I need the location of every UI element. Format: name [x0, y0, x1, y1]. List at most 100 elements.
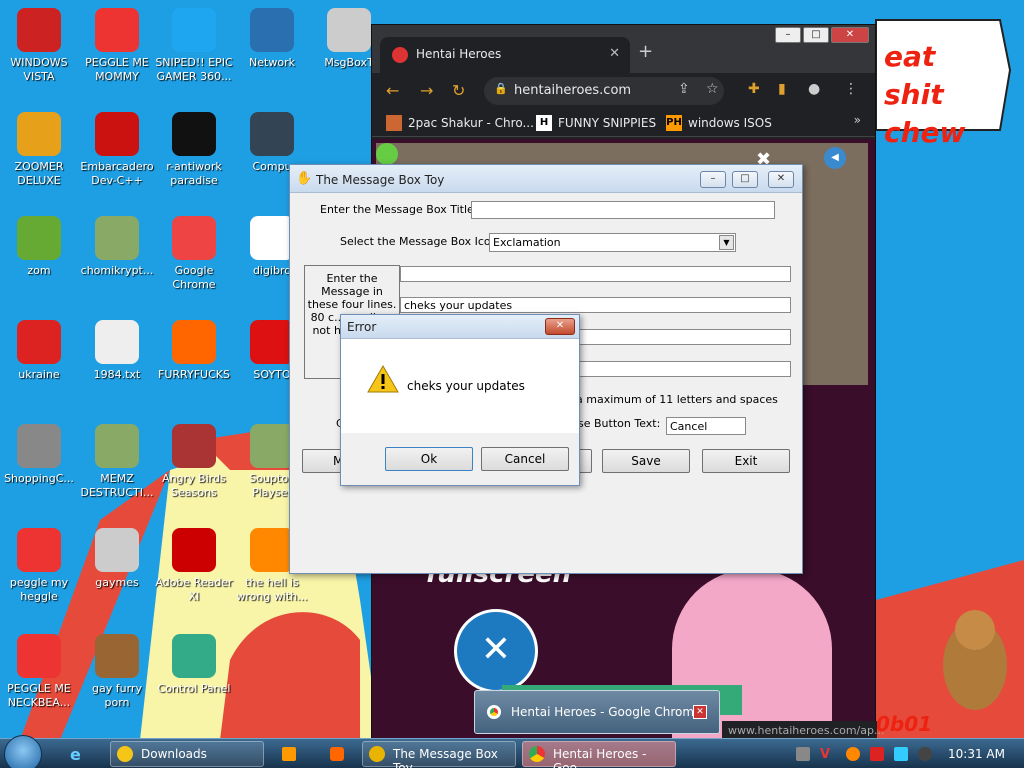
tray-app-icon[interactable]	[796, 747, 810, 761]
ok-button[interactable]: Ok	[385, 447, 473, 471]
bookmark-star-icon[interactable]: ☆	[706, 81, 719, 97]
desktop-icon-label: ZOOMER DELUXE	[14, 160, 64, 187]
title-input[interactable]	[471, 201, 775, 219]
close-button[interactable]: ✕	[545, 318, 575, 335]
desktop-icon-label: chomikrypt...	[80, 264, 154, 277]
desktop-icon-label: ukraine	[18, 368, 60, 381]
chrome-tab[interactable]: Hentai Heroes ✕	[380, 37, 630, 73]
start-button[interactable]	[4, 735, 42, 768]
more-bookmarks-icon[interactable]: »	[854, 113, 861, 127]
bookmark-windows-isos[interactable]: PH windows ISOS	[666, 115, 772, 131]
bookmark-2pac[interactable]: 2pac Shakur - Chro...	[386, 115, 534, 131]
box-icon	[95, 634, 139, 678]
taskbar-chrome[interactable]: Hentai Heroes - Goo...	[522, 741, 676, 768]
taskbar-message-box-toy[interactable]: The Message Box Toy	[362, 741, 516, 768]
side-panel-icon[interactable]: ▮	[778, 81, 786, 97]
taskbar-preview-tooltip[interactable]: Hentai Heroes - Google Chrome ✕	[474, 690, 720, 734]
tray-v-icon[interactable]: V	[820, 747, 834, 762]
back-icon[interactable]: ←	[386, 81, 399, 100]
taskbar-downloads[interactable]: Downloads	[110, 741, 264, 767]
desktop-icon-1984-txt[interactable]: 1984.txt	[78, 320, 156, 382]
maximize-button[interactable]: □	[732, 171, 758, 188]
desktop-icon-r-antiwork[interactable]: r-antiwork paradise	[155, 112, 233, 188]
error-message: cheks your updates	[407, 379, 525, 393]
desktop-icon-google-chrome[interactable]: Google Chrome	[155, 216, 233, 292]
tray-search-icon[interactable]	[846, 747, 860, 761]
close-preview-icon[interactable]: ✕	[693, 705, 707, 719]
desktop-icon-label: Embarcadero Dev-C++	[80, 160, 154, 187]
forward-icon[interactable]: →	[420, 81, 433, 100]
desktop-icon-furryfucks[interactable]: FURRYFUCKS	[155, 320, 233, 382]
minimize-button[interactable]: –	[775, 27, 801, 43]
desktop-icon-zoomer-deluxe[interactable]: ZOOMER DELUXE	[0, 112, 78, 188]
firefox-icon	[172, 320, 216, 364]
desktop-icon-angry-birds[interactable]: Angry Birds Seasons	[155, 424, 233, 500]
extensions-icon[interactable]: ✚	[748, 81, 760, 97]
desktop-icon-label: FURRYFUCKS	[158, 368, 230, 381]
close-tab-icon[interactable]: ✕	[609, 46, 620, 61]
desktop-icon-windows-vista[interactable]: WINDOWS VISTA	[0, 8, 78, 84]
desktop-icon-adobe-reader[interactable]: Adobe Reader XI	[155, 528, 233, 604]
uc-browser-taskbar-icon[interactable]	[330, 747, 344, 761]
icon-select[interactable]: Exclamation ▼	[489, 233, 736, 252]
desktop-icon-ukraine[interactable]: ukraine	[0, 320, 78, 382]
desktop-icon-peggle-neckbea[interactable]: PEGGLE ME NECKBEA...	[0, 634, 78, 710]
button-text-input[interactable]: Cancel	[666, 417, 746, 435]
desktop-icon-peggle-my-heggle[interactable]: peggle my heggle	[0, 528, 78, 604]
dropdown-arrow-icon[interactable]: ▼	[719, 235, 734, 250]
shortcut-icon	[95, 424, 139, 468]
game-back-icon[interactable]	[376, 143, 398, 165]
tab-title: Hentai Heroes	[416, 47, 502, 61]
tray-network-icon[interactable]	[894, 747, 908, 761]
share-icon[interactable]: ⇪	[678, 81, 690, 97]
bookmarks-bar: 2pac Shakur - Chro... H FUNNY SNIPPIES P…	[372, 109, 875, 137]
h-icon: H	[536, 115, 552, 131]
new-tab-icon[interactable]: +	[638, 41, 653, 62]
desktop-icon-zom[interactable]: zom	[0, 216, 78, 278]
desktop-icon-gaymes[interactable]: gaymes	[78, 528, 156, 590]
folder-icon	[95, 528, 139, 572]
error-dialog[interactable]: Error ✕ cheks your updates Ok Cancel	[340, 314, 580, 486]
message-line-2[interactable]: cheks your updates	[400, 297, 791, 313]
desktop-icon-memz[interactable]: MEMZ DESTRUCTI...	[78, 424, 156, 500]
computer-icon	[250, 112, 294, 156]
desktop-icon-sniped[interactable]: SNIPED!! EPIC GAMER 360...	[155, 8, 233, 84]
desktop-icon-label: Google Chrome	[172, 264, 216, 291]
desktop-icon-label: PEGGLE ME MOMMY	[85, 56, 149, 83]
chrome-toolbar: ← → ↻ 🔒 hentaiheroes.com ⇪ ☆ ✚ ▮ ● ⋮	[372, 73, 875, 109]
hand-icon	[369, 746, 385, 762]
desktop-icon-shoppingc[interactable]: ShoppingC...	[0, 424, 78, 486]
close-window-button[interactable]: ✕	[831, 27, 869, 43]
desktop-icon-peggle-me-mommy[interactable]: PEGGLE ME MOMMY	[78, 8, 156, 84]
internet-explorer-icon[interactable]: e	[70, 745, 81, 764]
profile-avatar-icon[interactable]: ●	[808, 81, 820, 97]
fullscreen-button-icon[interactable]: ✕	[454, 609, 538, 693]
tray-volume-icon[interactable]	[918, 747, 932, 761]
reload-icon[interactable]: ↻	[452, 81, 465, 100]
close-button[interactable]: ✕	[768, 171, 794, 188]
chrome-icon	[172, 216, 216, 260]
desktop-icon-network[interactable]: Network	[233, 8, 311, 70]
desktop-icon-chomikrypt[interactable]: chomikrypt...	[78, 216, 156, 278]
sound-icon[interactable]: ◀	[824, 147, 846, 169]
minimize-button[interactable]: –	[700, 171, 726, 188]
desktop-icon-embarcadero[interactable]: Embarcadero Dev-C++	[78, 112, 156, 188]
message-line-1[interactable]	[400, 266, 791, 282]
lock-icon: 🔒	[494, 82, 508, 95]
desktop-icon-gay-furry-porn[interactable]: gay furry porn	[78, 634, 156, 710]
bookmark-funny-snippies[interactable]: H FUNNY SNIPPIES	[536, 115, 656, 131]
save-button[interactable]: Save	[602, 449, 690, 473]
menu-kebab-icon[interactable]: ⋮	[844, 81, 858, 97]
exit-button[interactable]: Exit	[702, 449, 790, 473]
tray-flag-icon[interactable]	[870, 747, 884, 761]
shortcut-icon	[250, 424, 294, 468]
maximize-button[interactable]: □	[803, 27, 829, 43]
media-player-icon[interactable]	[282, 747, 296, 761]
peggle-icon	[17, 634, 61, 678]
chrome-icon	[487, 705, 501, 719]
cancel-button[interactable]: Cancel	[481, 447, 569, 471]
desktop-icon-control-panel[interactable]: Control Panel	[155, 634, 233, 696]
clock[interactable]: 10:31 AM	[948, 747, 1005, 761]
taskbar: e Downloads The Message Box Toy Hentai H…	[0, 735, 1024, 768]
desktop-icon-label: zom	[27, 264, 51, 277]
